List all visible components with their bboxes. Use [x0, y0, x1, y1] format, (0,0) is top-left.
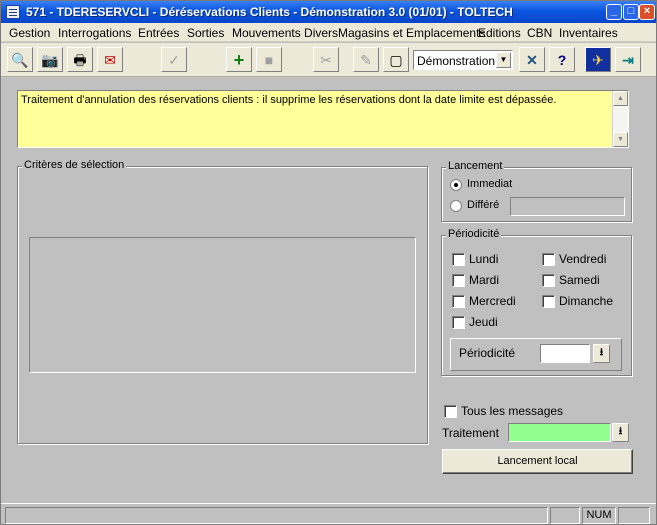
traitement-dropdown-icon[interactable]: ⭳ [612, 423, 629, 442]
periodicite-label: Périodicité [446, 228, 502, 240]
periodicite-dropdown-icon[interactable]: ⭳ [593, 344, 610, 363]
close-button[interactable]: × [639, 4, 655, 20]
document-list-icon[interactable] [6, 5, 20, 19]
criteria-panel [29, 237, 416, 373]
jeudi-label: Jeudi [469, 315, 498, 329]
validate-icon[interactable]: ✓ [161, 47, 187, 72]
menu-interrogations[interactable]: Interrogations [58, 26, 131, 40]
samedi-label: Samedi [559, 273, 600, 287]
checkbox-tous-messages[interactable] [444, 405, 457, 418]
periodicite-field-label: Périodicité [459, 346, 516, 360]
dimanche-label: Dimanche [559, 294, 614, 308]
exit-icon[interactable]: ⇥ [615, 47, 641, 72]
menu-bar: Gestion Interrogations Entrées Sorties M… [1, 23, 656, 42]
menu-magasins-emplacements[interactable]: Magasins et Emplacements [338, 26, 485, 40]
status-message-panel [5, 507, 548, 524]
checkbox-dimanche[interactable] [542, 295, 555, 308]
criteria-label: Critères de sélection [22, 159, 127, 171]
description-text: Traitement d'annulation des réservations… [21, 94, 557, 106]
differe-date-field[interactable] [510, 197, 625, 216]
company-select-value: Démonstration 3 [417, 54, 506, 68]
lundi-label: Lundi [469, 252, 499, 266]
menu-entrees[interactable]: Entrées [138, 26, 179, 40]
status-bar: NUM [1, 503, 656, 524]
exchange-icon[interactable]: ✕ [519, 47, 545, 72]
magnifier-icon[interactable]: 🔍 [7, 47, 33, 72]
camera-icon[interactable]: 📷 [37, 47, 63, 72]
traitement-field[interactable] [508, 423, 611, 442]
edit-icon[interactable]: ✎ [353, 47, 379, 72]
mercredi-label: Mercredi [469, 294, 516, 308]
help-icon[interactable]: ? [549, 47, 575, 72]
traitement-label: Traitement [442, 426, 499, 440]
checkbox-lundi[interactable] [452, 253, 465, 266]
checkbox-mardi[interactable] [452, 274, 465, 287]
status-num-panel: NUM [582, 507, 616, 524]
tous-messages-label: Tous les messages [461, 404, 564, 418]
mardi-label: Mardi [469, 273, 500, 287]
cut-icon[interactable]: ✂ [313, 47, 339, 72]
chevron-down-icon[interactable]: ▼ [496, 52, 511, 68]
radio-differe-label: Différé [467, 199, 500, 211]
lancement-label: Lancement [446, 160, 505, 172]
status-scroll-panel [618, 507, 650, 524]
scroll-up-icon[interactable]: ▲ [613, 91, 628, 106]
envelope-icon[interactable]: ✉ [97, 47, 123, 72]
checkbox-jeudi[interactable] [452, 316, 465, 329]
title-bar[interactable]: 571 - TDERESERVCLI - Déréservations Clie… [1, 1, 656, 23]
vendredi-label: Vendredi [559, 252, 607, 266]
checkbox-vendredi[interactable] [542, 253, 555, 266]
add-icon[interactable]: + [226, 47, 252, 72]
scroll-down-icon[interactable]: ▼ [613, 132, 628, 147]
status-caps-panel [550, 507, 580, 524]
printer-icon[interactable]: 🖶 [67, 47, 93, 72]
menu-mouvements-divers[interactable]: Mouvements Divers [232, 26, 338, 40]
new-document-icon[interactable]: ▢ [383, 47, 409, 72]
menu-sorties[interactable]: Sorties [187, 26, 224, 40]
window-title: 571 - TDERESERVCLI - Déréservations Clie… [26, 5, 513, 19]
periodicite-field[interactable] [540, 344, 590, 363]
description-scrollbar[interactable]: ▲ ▼ [612, 91, 628, 147]
radio-differe[interactable] [450, 200, 462, 212]
radio-immediat[interactable] [450, 179, 462, 191]
checkbox-samedi[interactable] [542, 274, 555, 287]
company-select[interactable]: Démonstration 3 ▼ [413, 50, 513, 70]
stop-icon[interactable]: ■ [256, 47, 282, 72]
satellite-icon[interactable]: ✈ [585, 47, 611, 72]
menu-cbn[interactable]: CBN [527, 26, 552, 40]
main-window: 571 - TDERESERVCLI - Déréservations Clie… [0, 0, 657, 525]
menu-editions[interactable]: Editions [478, 26, 521, 40]
minimize-button[interactable]: _ [606, 4, 622, 20]
menu-inventaires[interactable]: Inventaires [559, 26, 618, 40]
menu-gestion[interactable]: Gestion [9, 26, 50, 40]
lancement-local-button[interactable]: Lancement local [442, 449, 633, 474]
toolbar: 🔍 📷 🖶 ✉ ✓ + ■ ✂ ✎ ▢ ✕ ? ✈ ⇥ [1, 43, 656, 77]
checkbox-mercredi[interactable] [452, 295, 465, 308]
maximize-button[interactable]: □ [623, 4, 639, 20]
description-box[interactable]: Traitement d'annulation des réservations… [17, 90, 629, 148]
radio-immediat-label: Immediat [467, 178, 513, 190]
